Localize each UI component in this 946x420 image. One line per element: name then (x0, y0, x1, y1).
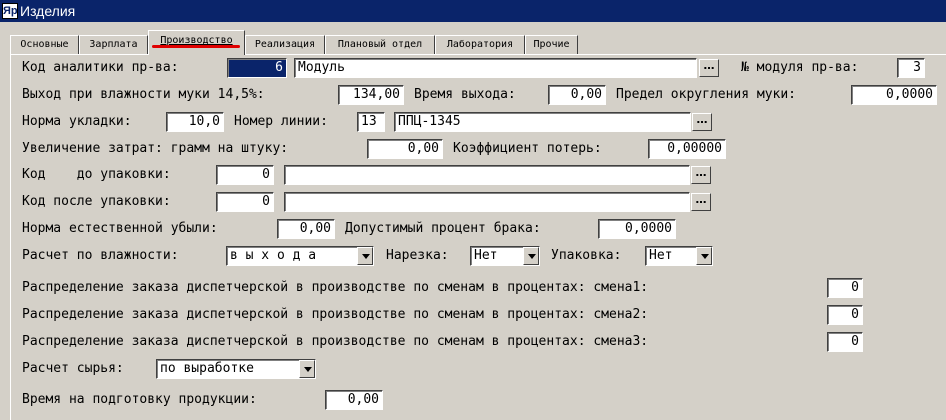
title-bar: Яр Изделия (0, 0, 946, 22)
rounding-label: Предел округления муки: (616, 87, 797, 102)
code-after-packing-label: Код после упаковки: (22, 194, 171, 209)
tab-basic[interactable]: Основные (10, 35, 79, 54)
tab-planning[interactable]: Плановый отдел (325, 35, 435, 54)
code-before-packing-label: Код до упаковки: (22, 167, 171, 182)
cost-increase-field[interactable]: 0,00 (367, 139, 443, 159)
tab-laboratory[interactable]: Лаборатория (435, 35, 525, 54)
tab-other[interactable]: Прочие (525, 35, 578, 54)
shift1-label: Распределение заказа диспетчерской в про… (22, 280, 649, 295)
analytics-code-label: Код аналитики пр-ва: (22, 60, 179, 75)
line-no-field[interactable]: 13 (357, 112, 385, 132)
laying-field[interactable]: 10,0 (166, 112, 224, 132)
tab-production[interactable]: Производство (148, 30, 245, 55)
window-title: Изделия (20, 3, 76, 19)
raw-calc-label: Расчет сырья: (22, 361, 124, 376)
slicing-dropdown-icon[interactable] (523, 247, 539, 265)
exit-time-field[interactable]: 0,00 (548, 85, 606, 105)
packing-dropdown-icon[interactable] (696, 247, 712, 265)
prep-time-field[interactable]: 0,00 (325, 390, 383, 410)
raw-calc-dropdown-icon[interactable] (299, 360, 315, 378)
analytics-name-field[interactable]: Модуль (294, 58, 697, 78)
active-tab-underline (152, 45, 240, 48)
shift2-label: Распределение заказа диспетчерской в про… (22, 307, 649, 322)
shift2-field[interactable]: 0 (827, 305, 863, 325)
line-lookup-button[interactable]: … (692, 113, 712, 131)
tab-sales[interactable]: Реализация (245, 35, 325, 54)
code-after-lookup-button[interactable]: … (691, 193, 711, 211)
exit-time-label: Время выхода: (414, 87, 516, 102)
code-before-packing-field[interactable]: 0 (216, 165, 274, 185)
shift3-field[interactable]: 0 (827, 332, 863, 352)
humidity-calc-label: Расчет по влажности: (22, 248, 179, 263)
prep-time-label: Время на подготовку продукции: (22, 392, 257, 407)
defect-percent-label: Допустимый процент брака: (345, 221, 541, 236)
laying-label: Норма укладки: (22, 114, 132, 129)
loss-coefficient-field[interactable]: 0,00000 (648, 139, 726, 159)
module-no-label: № модуля пр-ва: (741, 60, 859, 75)
line-name-field[interactable]: ППЦ-1345 (394, 112, 691, 132)
yield-label: Выход при влажности муки 14,5%: (22, 87, 265, 102)
analytics-lookup-button[interactable]: … (699, 59, 719, 77)
yield-field[interactable]: 134,00 (338, 85, 404, 105)
code-before-packing-name-field[interactable] (284, 165, 690, 185)
packing-label: Упаковка: (551, 248, 622, 263)
loss-coefficient-label: Коэффициент потерь: (453, 141, 602, 156)
module-no-field[interactable]: 3 (897, 58, 925, 78)
slicing-label: Нарезка: (386, 248, 449, 263)
tab-bar: Основные Зарплата Производство Реализаци… (0, 22, 946, 55)
humidity-calc-dropdown-icon[interactable] (357, 247, 373, 265)
humidity-calc-select[interactable]: в ы х о д а (226, 246, 374, 266)
app-icon: Яр (2, 3, 18, 19)
code-before-lookup-button[interactable]: … (691, 166, 711, 184)
code-after-packing-name-field[interactable] (284, 192, 690, 212)
shift3-label: Распределение заказа диспетчерской в про… (22, 334, 649, 349)
code-after-packing-field[interactable]: 0 (216, 192, 274, 212)
natural-loss-label: Норма естественной убыли: (22, 221, 218, 236)
tab-salary[interactable]: Зарплата (79, 35, 148, 54)
analytics-code-field[interactable]: 6 (227, 58, 287, 78)
defect-percent-field[interactable]: 0,0000 (598, 219, 676, 239)
line-label: Номер линии: (234, 114, 328, 129)
cost-increase-label: Увеличение затрат: грамм на штуку: (22, 141, 289, 156)
natural-loss-field[interactable]: 0,00 (277, 219, 335, 239)
rounding-field[interactable]: 0,0000 (851, 85, 937, 105)
raw-calc-select[interactable]: по выработке (156, 359, 316, 379)
shift1-field[interactable]: 0 (827, 278, 863, 298)
